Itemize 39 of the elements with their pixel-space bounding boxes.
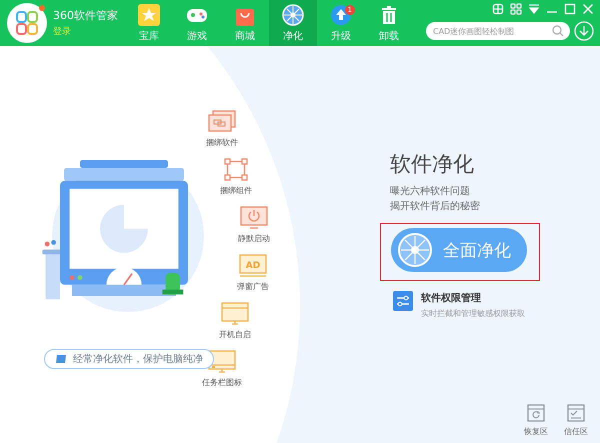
permission-subtitle: 实时拦截和管理敏感权限获取 bbox=[421, 308, 525, 319]
nav-tab[interactable]: 宝库 bbox=[125, 0, 173, 46]
feature-label: 捆绑组件 bbox=[220, 185, 252, 196]
nav-tab[interactable]: 卸载 bbox=[365, 0, 413, 46]
clean-all-button[interactable]: 全面净化 bbox=[391, 228, 527, 272]
feature-label: 任务栏图标 bbox=[202, 377, 242, 388]
dropdown-icon[interactable] bbox=[528, 3, 540, 15]
taskbar-monitor-icon bbox=[206, 348, 238, 374]
description-line: 揭开软件背后的秘密 bbox=[390, 200, 481, 214]
search-field[interactable]: CAD迷你画图轻松制图 bbox=[426, 22, 570, 40]
windows-stack-icon bbox=[206, 108, 238, 134]
feature-label: 开机自启 bbox=[219, 329, 251, 340]
monitor-icon bbox=[219, 300, 251, 326]
logo-icon bbox=[7, 3, 47, 43]
close-icon[interactable] bbox=[582, 3, 594, 15]
refresh-icon bbox=[526, 403, 546, 423]
permission-management-link[interactable]: 软件权限管理 bbox=[421, 291, 525, 305]
download-icon[interactable] bbox=[574, 21, 594, 41]
tip-text: 经常净化软件，保护电脑纯净 bbox=[73, 352, 203, 366]
feature-label: 捆绑软件 bbox=[206, 137, 238, 148]
fan-icon bbox=[282, 4, 304, 26]
bottom-link[interactable]: 信任区 bbox=[564, 403, 588, 437]
maximize-icon[interactable] bbox=[564, 3, 576, 15]
panel-title: 软件净化 bbox=[390, 151, 475, 178]
grid-icon[interactable] bbox=[510, 3, 522, 15]
fan-icon bbox=[397, 232, 433, 268]
nav-tab[interactable]: 游戏 bbox=[173, 0, 221, 46]
nav-tab[interactable]: 商城 bbox=[221, 0, 269, 46]
power-monitor-icon bbox=[238, 204, 270, 230]
nav-tab[interactable]: 净化 bbox=[269, 0, 317, 46]
feature-label: 弹窗广告 bbox=[237, 281, 269, 292]
app-title: 360软件管家 bbox=[53, 8, 118, 23]
sliders-icon bbox=[393, 291, 413, 311]
search-icon[interactable] bbox=[552, 25, 564, 37]
description-line: 曝光六种软件问题 bbox=[390, 184, 471, 199]
feature-label: 静默启动 bbox=[238, 233, 270, 244]
checklist-icon bbox=[566, 403, 586, 423]
login-link[interactable]: 登录 bbox=[53, 25, 118, 38]
bottom-link[interactable]: 恢复区 bbox=[524, 403, 548, 437]
